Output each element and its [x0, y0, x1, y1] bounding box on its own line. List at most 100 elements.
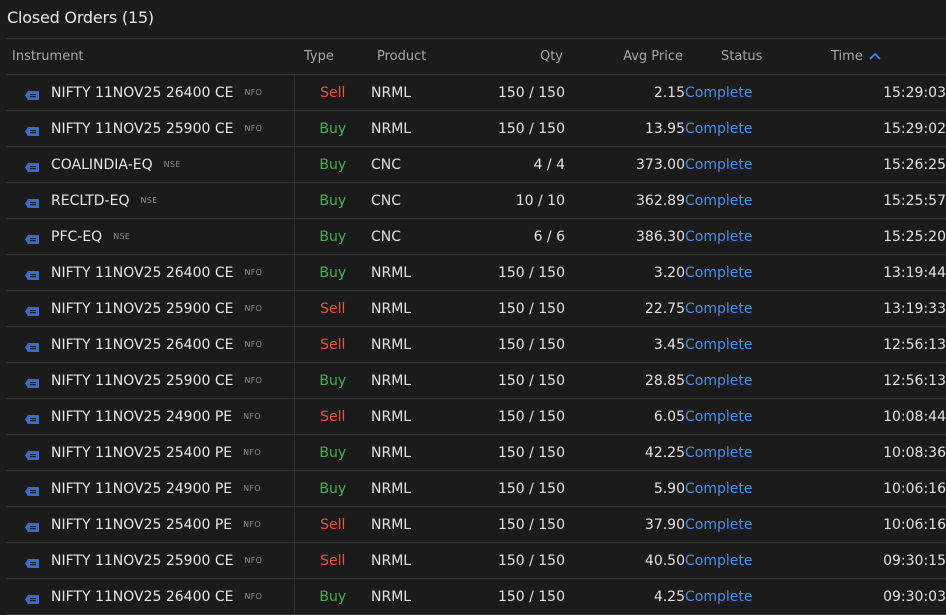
instrument-cell[interactable]: NIFTY 11NOV25 25900 CE NFO	[6, 542, 295, 579]
instrument-cell[interactable]: NIFTY 11NOV25 25900 CE NFO	[6, 290, 295, 327]
status-link[interactable]: Complete	[685, 182, 811, 219]
status-link[interactable]: Complete	[685, 506, 811, 543]
quantity: 150 / 150	[472, 110, 565, 147]
instrument-name[interactable]: NIFTY 11NOV25 26400 CE	[51, 85, 233, 101]
table-header-row: Instrument Type Product Qty Avg Price St…	[6, 38, 946, 75]
instrument-cell[interactable]: NIFTY 11NOV25 25400 PE NFO	[6, 506, 295, 543]
table-row[interactable]: COALINDIA-EQ NSE Buy CNC 4 / 4 373.00 Complete…	[6, 146, 946, 183]
order-time: 09:30:03	[811, 578, 946, 615]
order-type: Sell	[294, 542, 371, 579]
instrument-name[interactable]: RECLTD-EQ	[51, 193, 129, 209]
instrument-name[interactable]: NIFTY 11NOV25 25900 CE	[51, 373, 233, 389]
column-header-time[interactable]: Time	[811, 38, 946, 75]
status-link[interactable]: Complete	[685, 218, 811, 255]
status-link[interactable]: Complete	[685, 362, 811, 399]
table-row[interactable]: RECLTD-EQ NSE Buy CNC 10 / 10 362.89 Complete 1…	[6, 182, 946, 219]
instrument-cell[interactable]: NIFTY 11NOV25 24900 PE NFO	[6, 398, 295, 435]
table-row[interactable]: NIFTY 11NOV25 24900 PE NFO Sell NRML 150 / 1…	[6, 398, 946, 435]
quantity: 150 / 150	[472, 506, 565, 543]
table-row[interactable]: NIFTY 11NOV25 24900 PE NFO Buy NRML 150 / 15…	[6, 470, 946, 507]
exchange-badge: NFO	[243, 412, 261, 421]
status-link[interactable]: Complete	[685, 326, 811, 363]
status-link[interactable]: Complete	[685, 290, 811, 327]
avg-price: 6.05	[565, 398, 685, 435]
order-time: 13:19:33	[811, 290, 946, 327]
instrument-name[interactable]: NIFTY 11NOV25 24900 PE	[51, 409, 232, 425]
instrument-name[interactable]: NIFTY 11NOV25 25900 CE	[51, 553, 233, 569]
order-tag-icon	[25, 124, 39, 136]
instrument-cell[interactable]: NIFTY 11NOV25 25400 PE NFO	[6, 434, 295, 471]
instrument-cell[interactable]: NIFTY 11NOV25 26400 CE NFO	[6, 254, 295, 291]
instrument-cell[interactable]: NIFTY 11NOV25 25900 CE NFO	[6, 110, 295, 147]
order-tag-icon	[25, 592, 39, 604]
instrument-name[interactable]: NIFTY 11NOV25 25900 CE	[51, 121, 233, 137]
instrument-name[interactable]: NIFTY 11NOV25 25900 CE	[51, 301, 233, 317]
instrument-name[interactable]: NIFTY 11NOV25 26400 CE	[51, 265, 233, 281]
table-row[interactable]: NIFTY 11NOV25 25900 CE NFO Buy NRML 150 / 15…	[6, 110, 946, 147]
table-row[interactable]: NIFTY 11NOV25 25900 CE NFO Buy NRML 150 / 15…	[6, 362, 946, 399]
table-row[interactable]: NIFTY 11NOV25 26400 CE NFO Buy NRML 150 / 15…	[6, 578, 946, 615]
column-header-time-label: Time	[831, 49, 863, 64]
instrument-cell[interactable]: RECLTD-EQ NSE	[6, 182, 295, 219]
status-link[interactable]: Complete	[685, 542, 811, 579]
table-row[interactable]: NIFTY 11NOV25 25900 CE NFO Sell NRML 150 / 1…	[6, 542, 946, 579]
avg-price: 3.45	[565, 326, 685, 363]
table-row[interactable]: NIFTY 11NOV25 26400 CE NFO Buy NRML 150 / 15…	[6, 254, 946, 291]
instrument-name[interactable]: NIFTY 11NOV25 26400 CE	[51, 337, 233, 353]
avg-price: 362.89	[565, 182, 685, 219]
exchange-badge: NFO	[243, 448, 261, 457]
order-tag-icon	[25, 520, 39, 532]
status-link[interactable]: Complete	[685, 146, 811, 183]
instrument-name[interactable]: PFC-EQ	[51, 229, 102, 245]
instrument-cell[interactable]: NIFTY 11NOV25 26400 CE NFO	[6, 74, 295, 111]
table-row[interactable]: PFC-EQ NSE Buy CNC 6 / 6 386.30 Complete 15:25:…	[6, 218, 946, 255]
instrument-cell[interactable]: PFC-EQ NSE	[6, 218, 295, 255]
order-type: Buy	[294, 434, 371, 471]
instrument-cell[interactable]: COALINDIA-EQ NSE	[6, 146, 295, 183]
instrument-name[interactable]: NIFTY 11NOV25 25400 PE	[51, 517, 232, 533]
table-row[interactable]: NIFTY 11NOV25 25900 CE NFO Sell NRML 150 / 1…	[6, 290, 946, 327]
instrument-cell[interactable]: NIFTY 11NOV25 26400 CE NFO	[6, 578, 295, 615]
table-row[interactable]: NIFTY 11NOV25 26400 CE NFO Sell NRML 150 / 1…	[6, 326, 946, 363]
exchange-badge: NFO	[244, 304, 263, 313]
column-header-qty[interactable]: Qty	[472, 38, 565, 75]
exchange-badge: NFO	[244, 340, 263, 349]
instrument-name[interactable]: NIFTY 11NOV25 24900 PE	[51, 481, 232, 497]
instrument-name[interactable]: COALINDIA-EQ	[51, 157, 153, 173]
status-link[interactable]: Complete	[685, 254, 811, 291]
quantity: 150 / 150	[472, 470, 565, 507]
quantity: 150 / 150	[472, 290, 565, 327]
product-type: NRML	[371, 578, 472, 615]
instrument-cell[interactable]: NIFTY 11NOV25 25900 CE NFO	[6, 362, 295, 399]
table-row[interactable]: NIFTY 11NOV25 26400 CE NFO Sell NRML 150 / 1…	[6, 74, 946, 111]
status-link[interactable]: Complete	[685, 578, 811, 615]
column-header-product[interactable]: Product	[371, 38, 472, 75]
chevron-up-icon[interactable]	[869, 49, 881, 64]
order-tag-icon	[25, 412, 39, 424]
column-header-instrument[interactable]: Instrument	[6, 38, 294, 75]
avg-price: 373.00	[565, 146, 685, 183]
avg-price: 386.30	[565, 218, 685, 255]
status-link[interactable]: Complete	[685, 470, 811, 507]
column-header-type[interactable]: Type	[294, 38, 371, 75]
table-row[interactable]: NIFTY 11NOV25 25400 PE NFO Sell NRML 150 / 1…	[6, 506, 946, 543]
status-link[interactable]: Complete	[685, 398, 811, 435]
instrument-name[interactable]: NIFTY 11NOV25 25400 PE	[51, 445, 232, 461]
order-time: 15:26:25	[811, 146, 946, 183]
status-link[interactable]: Complete	[685, 74, 811, 111]
table-row[interactable]: NIFTY 11NOV25 25400 PE NFO Buy NRML 150 / 15…	[6, 434, 946, 471]
instrument-cell[interactable]: NIFTY 11NOV25 26400 CE NFO	[6, 326, 295, 363]
product-type: CNC	[371, 182, 472, 219]
column-header-status[interactable]: Status	[685, 38, 811, 75]
order-time: 10:06:16	[811, 506, 946, 543]
exchange-badge: NFO	[244, 88, 263, 97]
instrument-name[interactable]: NIFTY 11NOV25 26400 CE	[51, 589, 233, 605]
order-type: Buy	[294, 110, 371, 147]
status-link[interactable]: Complete	[685, 110, 811, 147]
column-header-avg-price[interactable]: Avg Price	[565, 38, 685, 75]
status-link[interactable]: Complete	[685, 434, 811, 471]
order-type: Buy	[294, 182, 371, 219]
product-type: NRML	[371, 326, 472, 363]
instrument-cell[interactable]: NIFTY 11NOV25 24900 PE NFO	[6, 470, 295, 507]
quantity: 150 / 150	[472, 362, 565, 399]
